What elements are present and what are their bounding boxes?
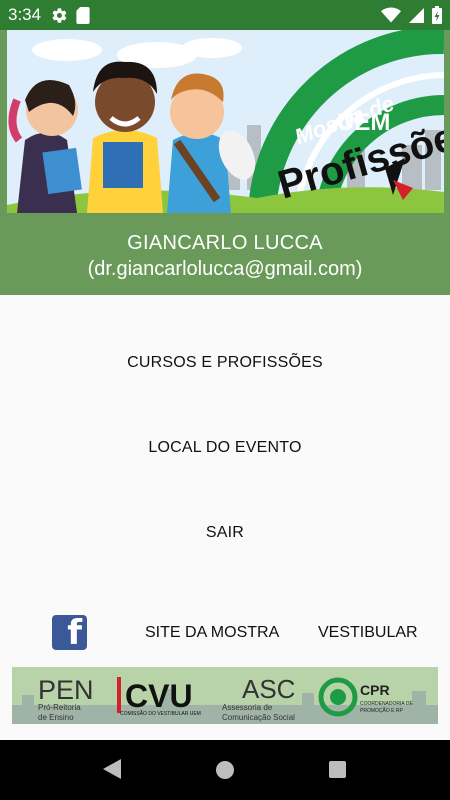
facebook-glyph: f — [67, 615, 82, 650]
status-time: 3:34 — [8, 5, 42, 24]
svg-text:UEM: UEM — [337, 109, 390, 136]
banner-illustration: Mostra de Profissões UEM — [7, 30, 444, 213]
back-icon[interactable] — [103, 759, 121, 779]
home-icon[interactable] — [216, 761, 234, 779]
menu-item-cursos-profissoes[interactable]: CURSOS E PROFISSÕES — [0, 354, 450, 372]
svg-text:de Ensino: de Ensino — [38, 713, 74, 722]
svg-text:Pró-Reitoria: Pró-Reitoria — [38, 703, 81, 712]
status-bar: 3:34 — [0, 0, 450, 30]
cell-signal-icon — [409, 7, 424, 23]
vestibular-link[interactable]: VESTIBULAR — [318, 624, 418, 642]
nav-drawer-header: Mostra de Profissões UEM GIANCARLO LUCCA… — [0, 30, 450, 295]
gear-icon — [52, 7, 67, 23]
user-name: GIANCARLO LUCCA — [127, 232, 323, 254]
menu-item-sair[interactable]: SAIR — [0, 524, 450, 542]
cvu-logo: CVU COMISSÃO DO VESTIBULAR UEM — [117, 677, 201, 717]
svg-text:CVU: CVU — [125, 678, 193, 714]
sd-card-icon — [76, 6, 90, 24]
svg-text:PEN: PEN — [38, 675, 94, 705]
menu-item-local-evento[interactable]: LOCAL DO EVENTO — [0, 439, 450, 457]
event-banner: Mostra de Profissões UEM — [7, 30, 444, 213]
svg-text:PROMOÇÃO E RP: PROMOÇÃO E RP — [360, 707, 403, 714]
svg-text:Comunicação Social: Comunicação Social — [222, 713, 295, 722]
site-da-mostra-link[interactable]: SITE DA MOSTRA — [145, 624, 279, 642]
recent-apps-icon[interactable] — [329, 761, 346, 778]
asc-logo: ASC Assessoria de Comunicação Social — [222, 674, 295, 722]
user-email: (dr.giancarlolucca@gmail.com) — [87, 258, 363, 280]
svg-text:COMISSÃO DO VESTIBULAR UEM: COMISSÃO DO VESTIBULAR UEM — [120, 710, 201, 717]
sponsors-banner: PEN Pró-Reitoria de Ensino CVU COMISSÃO … — [12, 667, 438, 724]
wifi-icon — [381, 7, 401, 23]
facebook-icon[interactable]: f — [52, 615, 87, 650]
svg-text:ASC: ASC — [242, 674, 295, 704]
svg-text:COORDENADORIA DE: COORDENADORIA DE — [360, 701, 413, 707]
battery-charging-icon — [432, 6, 442, 24]
svg-text:Assessoria de: Assessoria de — [222, 703, 273, 712]
svg-text:CPR: CPR — [360, 682, 390, 698]
